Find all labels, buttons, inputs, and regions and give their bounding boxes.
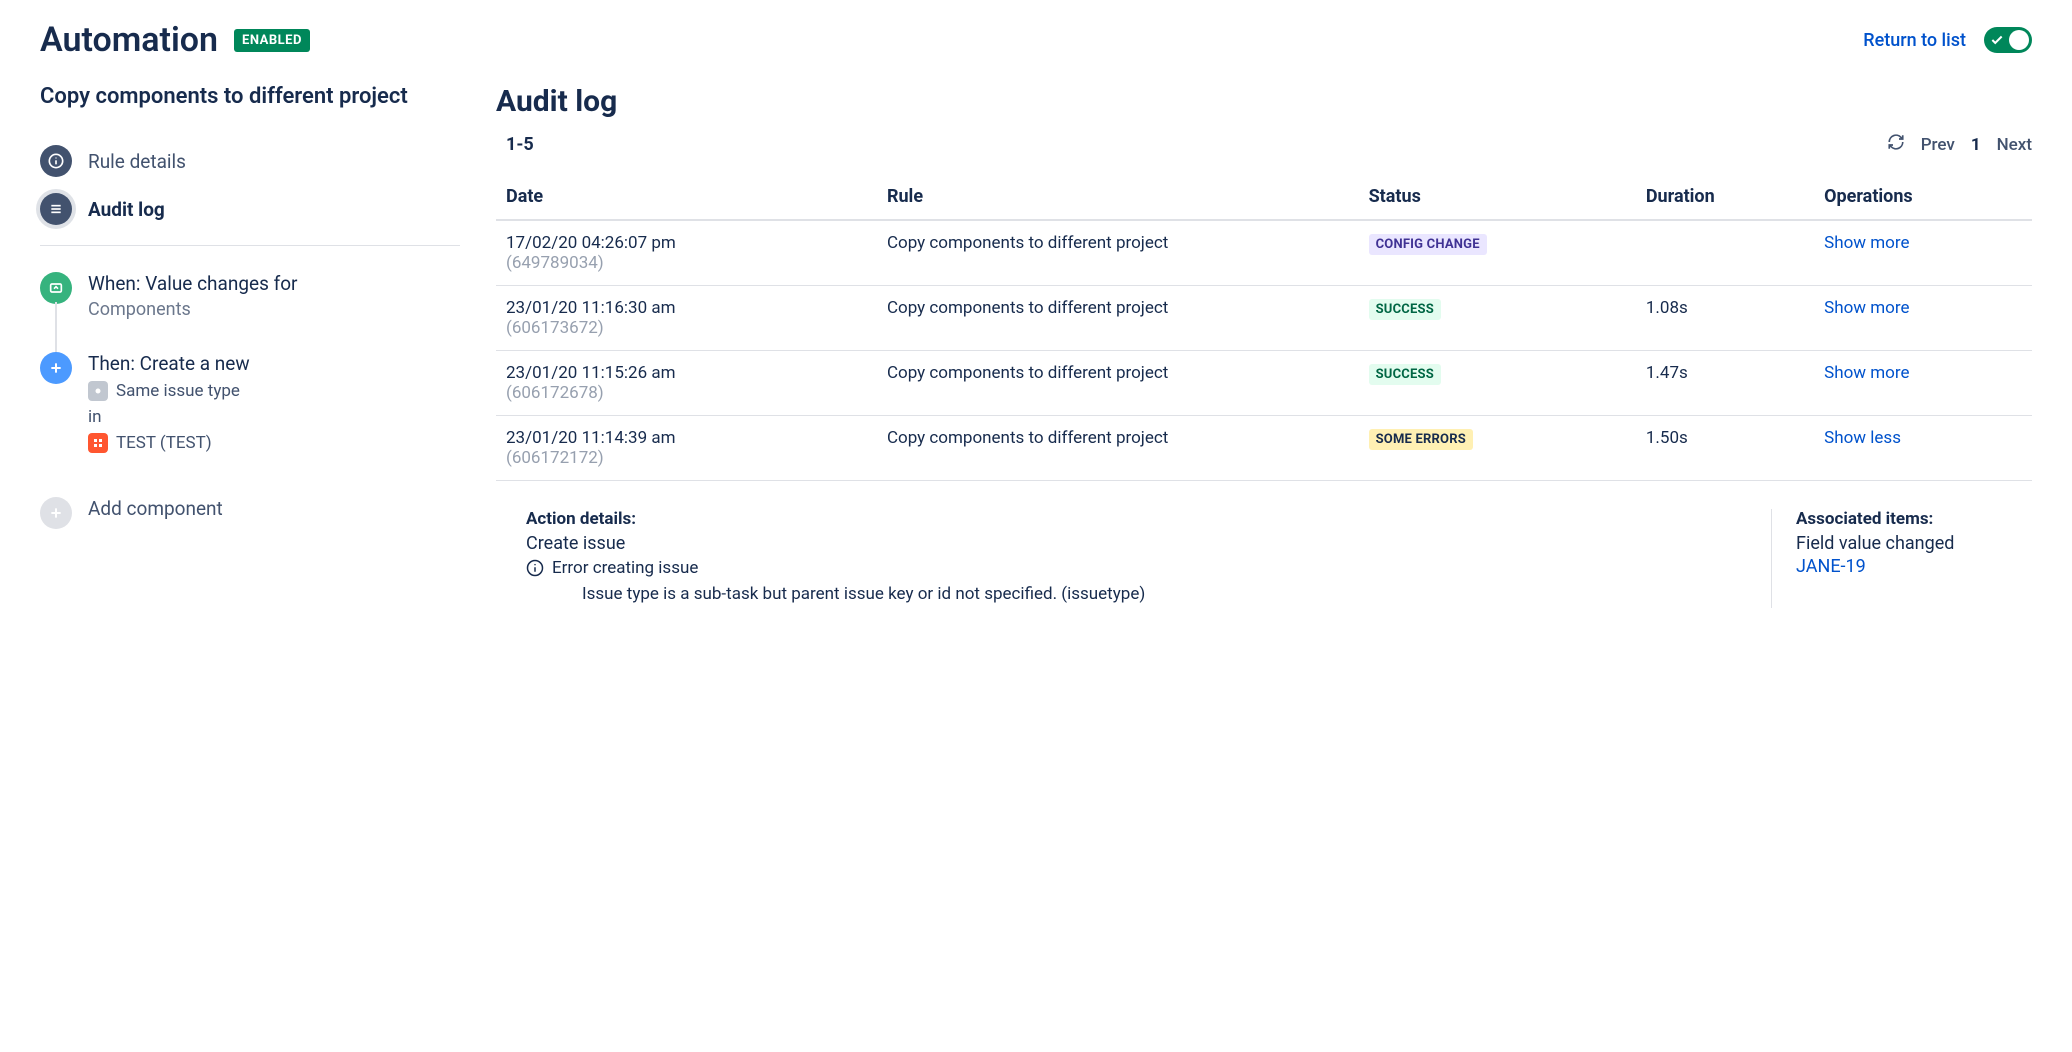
- info-outline-icon: [526, 559, 544, 577]
- action-icon: [40, 352, 72, 384]
- rule-enabled-toggle[interactable]: [1984, 27, 2032, 53]
- action-label: Then: Create a new: [88, 352, 250, 375]
- page-range: 1-5: [496, 134, 534, 155]
- error-message: Issue type is a sub-task but parent issu…: [526, 582, 1747, 608]
- toggle-knob: [2009, 30, 2029, 50]
- enabled-badge: ENABLED: [234, 29, 310, 52]
- col-status: Status: [1359, 174, 1636, 220]
- pager-prev[interactable]: Prev: [1921, 135, 1955, 155]
- log-date: 23/01/20 11:15:26 am: [506, 363, 867, 383]
- audit-log-label: Audit log: [88, 198, 165, 221]
- table-row: 23/01/20 11:14:39 am(606172172) Copy comp…: [496, 416, 2032, 481]
- col-rule: Rule: [877, 174, 1359, 220]
- action-in-label: in: [88, 407, 102, 427]
- log-id: (606172678): [506, 383, 867, 403]
- log-rule: Copy components to different project: [877, 220, 1359, 286]
- show-more-link[interactable]: Show more: [1824, 298, 1909, 318]
- log-id: (649789034): [506, 253, 867, 273]
- col-date: Date: [496, 174, 877, 220]
- associated-heading: Associated items:: [1796, 509, 2032, 529]
- page-title: Automation: [40, 20, 218, 60]
- issue-type-icon: [88, 381, 108, 401]
- return-to-list-link[interactable]: Return to list: [1863, 30, 1966, 51]
- show-more-link[interactable]: Show more: [1824, 363, 1909, 383]
- sidebar-item-audit-log[interactable]: Audit log: [40, 185, 460, 233]
- audit-log-table: Date Rule Status Duration Operations 17/…: [496, 174, 2032, 481]
- log-duration: 1.50s: [1636, 416, 1814, 481]
- action-project: TEST (TEST): [116, 433, 212, 453]
- status-badge: SUCCESS: [1369, 364, 1441, 385]
- log-date: 17/02/20 04:26:07 pm: [506, 233, 867, 253]
- trigger-label: When: Value changes for: [88, 272, 297, 295]
- log-duration: [1636, 220, 1814, 286]
- action-details-heading: Action details:: [526, 509, 1747, 529]
- list-icon: [40, 193, 72, 225]
- rule-name-link[interactable]: Copy components to different project: [40, 84, 460, 109]
- log-id: (606173672): [506, 318, 867, 338]
- log-id: (606172172): [506, 448, 867, 468]
- status-badge: CONFIG CHANGE: [1369, 234, 1487, 255]
- refresh-icon: [1887, 133, 1905, 151]
- rule-trigger-item[interactable]: When: Value changes for Components: [40, 264, 460, 344]
- action-issue-type: Same issue type: [116, 381, 240, 401]
- show-more-link[interactable]: Show more: [1824, 233, 1909, 253]
- rule-details-label: Rule details: [88, 150, 186, 173]
- refresh-button[interactable]: [1887, 133, 1905, 156]
- info-icon: [40, 145, 72, 177]
- trigger-icon: [40, 272, 72, 304]
- col-operations: Operations: [1814, 174, 2032, 220]
- log-date: 23/01/20 11:16:30 am: [506, 298, 867, 318]
- check-icon: [1990, 33, 2004, 47]
- add-component-item[interactable]: Add component: [40, 489, 460, 529]
- sidebar-item-rule-details[interactable]: Rule details: [40, 137, 460, 185]
- add-component-label: Add component: [88, 497, 223, 520]
- log-rule: Copy components to different project: [877, 416, 1359, 481]
- status-badge: SOME ERRORS: [1369, 429, 1473, 450]
- col-duration: Duration: [1636, 174, 1814, 220]
- pager-next[interactable]: Next: [1997, 135, 2032, 155]
- log-duration: 1.47s: [1636, 351, 1814, 416]
- table-row: 23/01/20 11:16:30 am(606173672) Copy comp…: [496, 286, 2032, 351]
- rule-action-item[interactable]: Then: Create a new Same issue type in: [40, 344, 460, 489]
- log-rule: Copy components to different project: [877, 286, 1359, 351]
- table-row: 23/01/20 11:15:26 am(606172678) Copy comp…: [496, 351, 2032, 416]
- log-duration: 1.08s: [1636, 286, 1814, 351]
- audit-log-title: Audit log: [496, 84, 2032, 119]
- table-row: 17/02/20 04:26:07 pm(649789034) Copy comp…: [496, 220, 2032, 286]
- associated-item-link[interactable]: JANE-19: [1796, 556, 2032, 577]
- associated-text: Field value changed: [1796, 533, 2032, 554]
- pager-current: 1: [1971, 135, 1981, 155]
- log-detail-panel: Action details: Create issue Error creat…: [496, 509, 2032, 608]
- trigger-sublabel: Components: [88, 299, 297, 320]
- add-component-icon: [40, 497, 72, 529]
- error-title: Error creating issue: [552, 558, 698, 578]
- status-badge: SUCCESS: [1369, 299, 1441, 320]
- log-date: 23/01/20 11:14:39 am: [506, 428, 867, 448]
- project-icon: [88, 433, 108, 453]
- sidebar-divider: [40, 245, 460, 246]
- show-more-link[interactable]: Show less: [1824, 428, 1901, 448]
- action-details-name: Create issue: [526, 533, 1747, 554]
- log-rule: Copy components to different project: [877, 351, 1359, 416]
